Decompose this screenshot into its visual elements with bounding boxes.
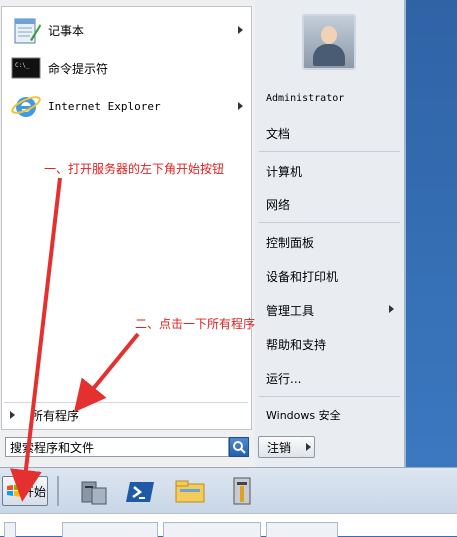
arrow-to-all-programs [73, 332, 140, 413]
arrow-to-start-button [9, 177, 62, 502]
annotation-arrows [9, 177, 140, 502]
